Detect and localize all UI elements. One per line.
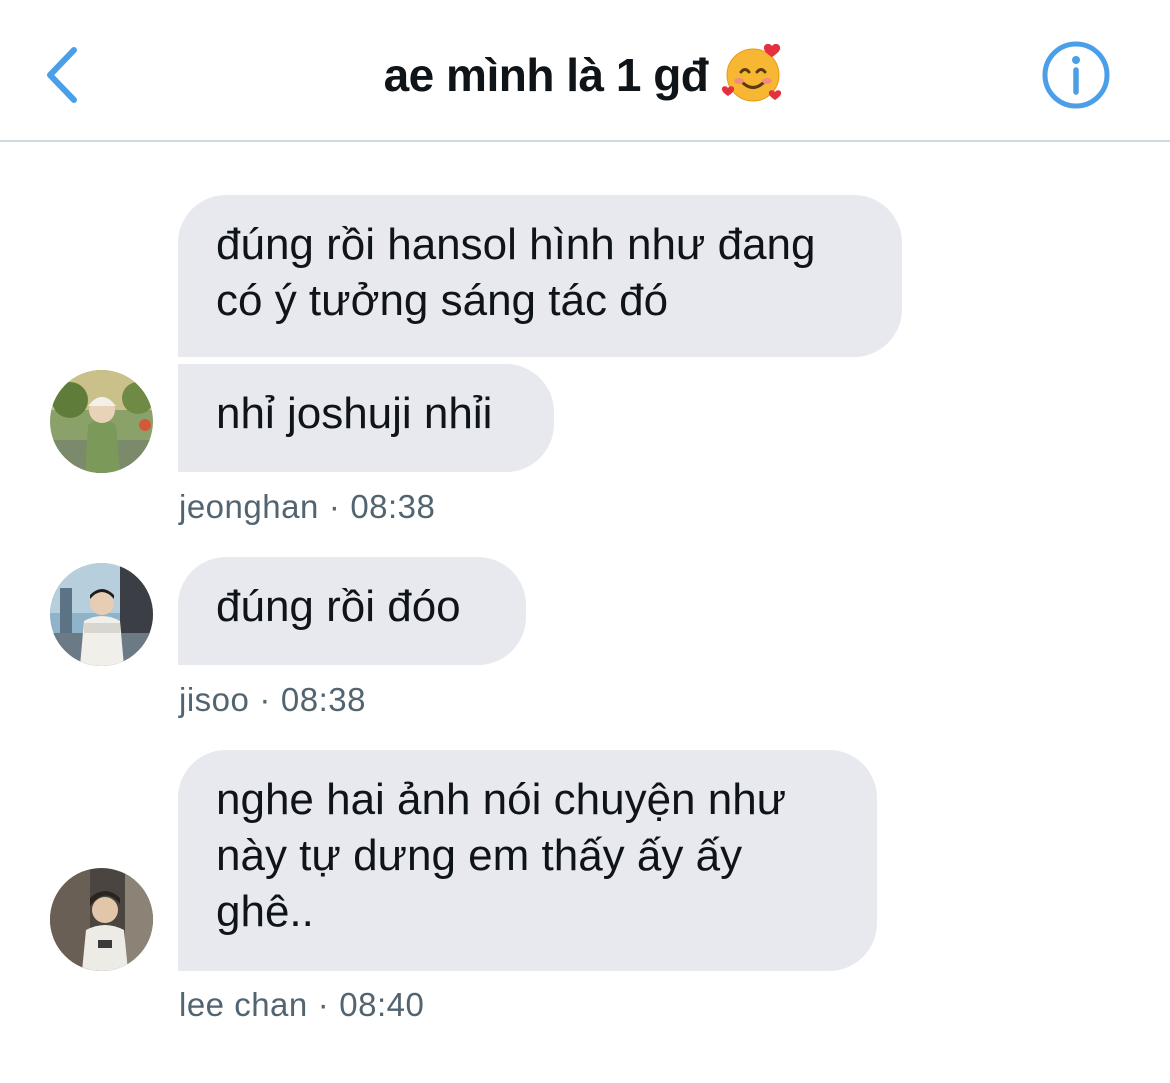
message-line: nhỉ joshuji nhỉi xyxy=(216,389,493,438)
message-time: 08:38 xyxy=(280,681,366,718)
message-line: ghê.. xyxy=(216,887,314,936)
meta-separator: · xyxy=(259,681,271,718)
smiling-face-with-hearts-icon xyxy=(720,40,786,106)
avatar-jeonghan[interactable] xyxy=(50,370,153,473)
message-meta: jisoo · 08:38 xyxy=(179,681,366,719)
conversation-title: ae mình là 1 gđ xyxy=(0,40,1170,112)
sender-name: jeonghan xyxy=(179,488,319,525)
sender-name: jisoo xyxy=(179,681,250,718)
conversation-title-text: ae mình là 1 gđ xyxy=(383,49,709,101)
message-time: 08:40 xyxy=(339,986,425,1023)
message-line: có ý tưởng sáng tác đó xyxy=(216,276,669,325)
message-line: nghe hai ảnh nói chuyện như xyxy=(216,775,787,824)
message-line: đúng rồi hansol hình như đang xyxy=(216,220,816,269)
message-bubble[interactable]: đúng rồi hansol hình như đang có ý tưởng… xyxy=(178,195,902,357)
message-line: đúng rồi đóo xyxy=(216,582,461,631)
message-bubble[interactable]: nghe hai ảnh nói chuyện như này tự dưng … xyxy=(178,750,877,971)
avatar-lee-chan[interactable] xyxy=(50,868,153,971)
sender-name: lee chan xyxy=(179,986,308,1023)
message-time: 08:38 xyxy=(350,488,436,525)
message-line: này tự dưng em thấy ấy ấy xyxy=(216,831,743,880)
message-meta: jeonghan · 08:38 xyxy=(179,488,435,526)
conversation-header: ae mình là 1 gđ xyxy=(0,0,1170,142)
meta-separator: · xyxy=(317,986,330,1023)
avatar-jisoo[interactable] xyxy=(50,563,153,666)
message-bubble[interactable]: nhỉ joshuji nhỉi xyxy=(178,364,554,472)
info-button[interactable] xyxy=(1040,39,1112,111)
info-icon xyxy=(1042,41,1110,109)
message-bubble[interactable]: đúng rồi đóo xyxy=(178,557,526,665)
meta-separator: · xyxy=(328,488,341,525)
message-meta: lee chan · 08:40 xyxy=(179,986,424,1024)
